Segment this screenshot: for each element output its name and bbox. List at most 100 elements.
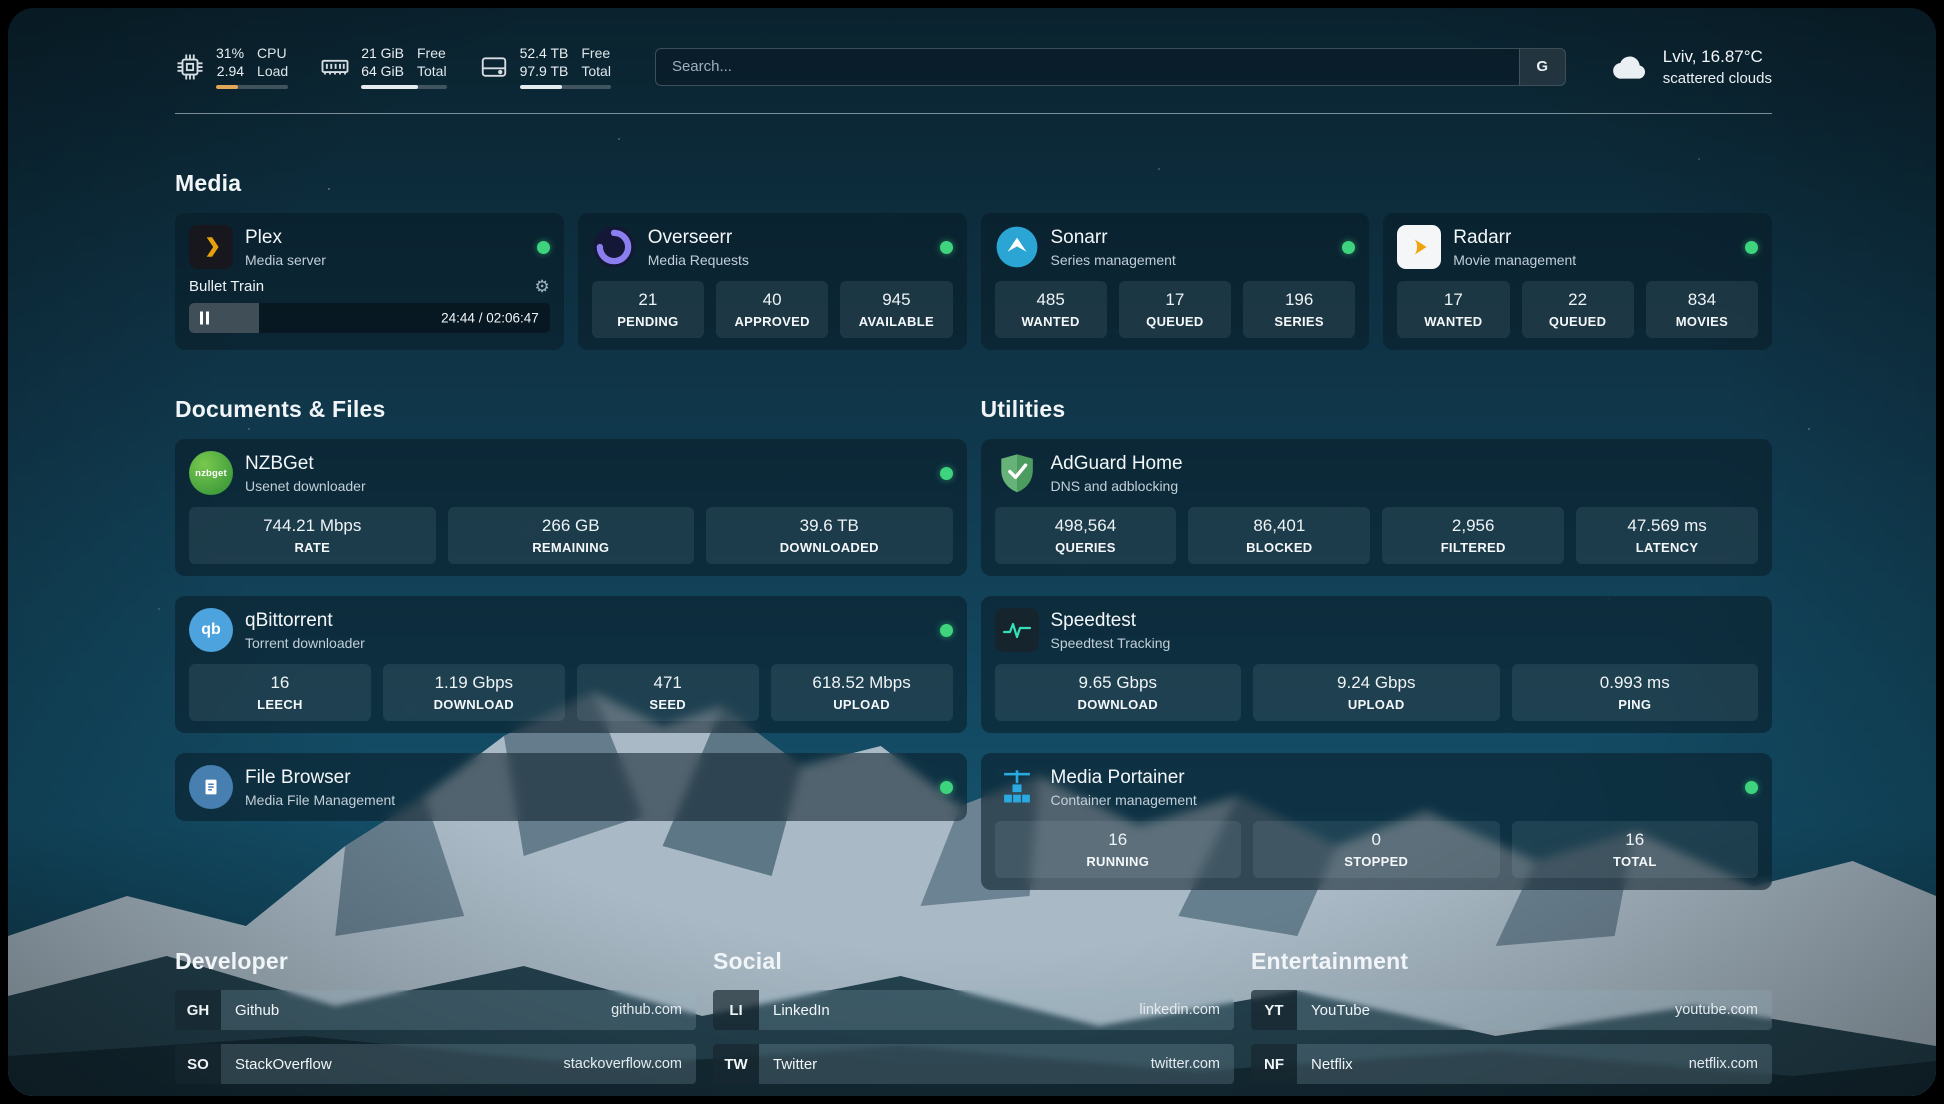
stat-value: 834 <box>1651 290 1753 310</box>
stat-value: 471 <box>582 673 754 693</box>
sonarr-card[interactable]: Sonarr Series management 485 WANTED 17 Q… <box>981 213 1370 350</box>
disk-total-label: Total <box>581 62 611 80</box>
bookmark-youtube[interactable]: YT YouTube youtube.com <box>1251 990 1772 1030</box>
radarr-subtitle: Movie management <box>1453 252 1576 268</box>
ram-total-label: Total <box>417 62 447 80</box>
radarr-card[interactable]: Radarr Movie management 17 WANTED 22 QUE… <box>1383 213 1772 350</box>
stat-value: 17 <box>1124 290 1226 310</box>
nzbget-icon-text: nzbget <box>195 468 227 479</box>
search-engine-button[interactable]: G <box>1519 49 1565 85</box>
ram-total-value: 64 GiB <box>361 62 404 80</box>
stat-label: QUEUED <box>1527 314 1629 329</box>
filebrowser-status-dot <box>940 781 953 794</box>
bookmark-url: linkedin.com <box>1139 1002 1220 1018</box>
stat-tile: 17 QUEUED <box>1119 281 1231 338</box>
sonarr-name: Sonarr <box>1051 227 1176 249</box>
stat-value: 9.65 Gbps <box>1000 673 1237 693</box>
portainer-status-dot <box>1745 781 1758 794</box>
bookmark-url: youtube.com <box>1675 1002 1758 1018</box>
nzbget-card[interactable]: nzbget NZBGet Usenet downloader 744.21 M… <box>175 439 967 576</box>
speedtest-card[interactable]: Speedtest Speedtest Tracking 9.65 Gbps D… <box>981 596 1773 733</box>
portainer-card[interactable]: Media Portainer Container management 16 … <box>981 753 1773 890</box>
overseerr-name: Overseerr <box>648 227 749 249</box>
stat-tile: 21 PENDING <box>592 281 704 338</box>
stat-value: 17 <box>1402 290 1504 310</box>
stat-tile: 266 GB REMAINING <box>448 507 695 564</box>
plex-progress-bar[interactable]: 24:44 / 02:06:47 <box>189 303 550 333</box>
system-stats: 31% 2.94 CPU Load <box>175 44 611 89</box>
weather-condition: scattered clouds <box>1663 70 1772 87</box>
portainer-stats: 16 RUNNING 0 STOPPED 16 TOTAL <box>995 821 1759 878</box>
stat-label: SERIES <box>1248 314 1350 329</box>
stat-value: 498,564 <box>1000 516 1172 536</box>
stat-value: 40 <box>721 290 823 310</box>
adguard-card[interactable]: AdGuard Home DNS and adblocking 498,564 … <box>981 439 1773 576</box>
pause-icon[interactable] <box>200 312 209 325</box>
portainer-subtitle: Container management <box>1051 792 1197 808</box>
stat-value: 16 <box>194 673 366 693</box>
stat-label: DOWNLOAD <box>1000 697 1237 712</box>
disk-progress-fill <box>520 85 562 89</box>
stat-value: 744.21 Mbps <box>194 516 431 536</box>
utilities-column: Utilities <box>981 396 1773 890</box>
ram-progress-track <box>361 85 446 89</box>
stat-tile: 16 LEECH <box>189 664 371 721</box>
qbittorrent-card[interactable]: qb qBittorrent Torrent downloader 16 <box>175 596 967 733</box>
stat-label: PENDING <box>597 314 699 329</box>
nzbget-subtitle: Usenet downloader <box>245 478 366 494</box>
qbittorrent-status-dot <box>940 624 953 637</box>
stat-label: QUEUED <box>1124 314 1226 329</box>
stat-value: 86,401 <box>1193 516 1365 536</box>
stat-label: PING <box>1517 697 1754 712</box>
sonarr-icon <box>995 225 1039 269</box>
stat-value: 266 GB <box>453 516 690 536</box>
overseerr-icon <box>592 225 636 269</box>
ram-icon <box>320 52 350 82</box>
bookmark-linkedin[interactable]: LI LinkedIn linkedin.com <box>713 990 1234 1030</box>
middle-columns: Documents & Files nzbget NZBGet Usenet d… <box>175 396 1772 890</box>
stat-label: REMAINING <box>453 540 690 555</box>
gear-icon[interactable]: ⚙ <box>535 278 550 295</box>
documents-column: Documents & Files nzbget NZBGet Usenet d… <box>175 396 967 821</box>
media-section: Media Plex Media server <box>175 170 1772 350</box>
stat-tile: 9.24 Gbps UPLOAD <box>1253 664 1500 721</box>
stat-label: TOTAL <box>1517 854 1754 869</box>
overseerr-card[interactable]: Overseerr Media Requests 21 PENDING 40 A… <box>578 213 967 350</box>
dashboard-content: 31% 2.94 CPU Load <box>8 8 1936 1096</box>
entertainment-section-title: Entertainment <box>1251 948 1772 975</box>
filebrowser-card[interactable]: File Browser Media File Management <box>175 753 967 821</box>
adguard-name: AdGuard Home <box>1051 453 1183 475</box>
stat-tile: 945 AVAILABLE <box>840 281 952 338</box>
stat-label: DOWNLOADED <box>711 540 948 555</box>
stat-label: SEED <box>582 697 754 712</box>
bookmark-netflix[interactable]: NF Netflix netflix.com <box>1251 1044 1772 1084</box>
bookmark-github[interactable]: GH Github github.com <box>175 990 696 1030</box>
qbittorrent-stats: 16 LEECH 1.19 Gbps DOWNLOAD 471 SEED <box>189 664 953 721</box>
stat-label: LEECH <box>194 697 366 712</box>
plex-status-dot <box>537 241 550 254</box>
stat-value: 1.19 Gbps <box>388 673 560 693</box>
adguard-icon <box>995 451 1039 495</box>
cpu-progress-fill <box>216 85 238 89</box>
linkedin-badge: LI <box>713 990 759 1030</box>
plex-card[interactable]: Plex Media server Bullet Train ⚙ 24:44 /… <box>175 213 564 350</box>
stat-tile: 485 WANTED <box>995 281 1107 338</box>
search-input[interactable] <box>656 49 1519 85</box>
stat-tile: 47.569 ms LATENCY <box>1576 507 1758 564</box>
stat-value: 21 <box>597 290 699 310</box>
sonarr-subtitle: Series management <box>1051 252 1176 268</box>
plex-time: 24:44 / 02:06:47 <box>441 311 539 326</box>
stat-value: 16 <box>1517 830 1754 850</box>
bookmarks-section: Developer GH Github github.com SO StackO… <box>175 948 1772 1096</box>
stat-tile: 196 SERIES <box>1243 281 1355 338</box>
filebrowser-name: File Browser <box>245 767 395 789</box>
overseerr-status-dot <box>940 241 953 254</box>
radarr-name: Radarr <box>1453 227 1576 249</box>
bookmark-url: stackoverflow.com <box>564 1056 682 1072</box>
weather-location: Lviv, 16.87°C <box>1663 47 1772 67</box>
ram-free-label: Free <box>417 44 447 62</box>
top-bar: 31% 2.94 CPU Load <box>175 8 1772 89</box>
stat-tile: 0 STOPPED <box>1253 821 1500 878</box>
bookmark-stackoverflow[interactable]: SO StackOverflow stackoverflow.com <box>175 1044 696 1084</box>
bookmark-twitter[interactable]: TW Twitter twitter.com <box>713 1044 1234 1084</box>
